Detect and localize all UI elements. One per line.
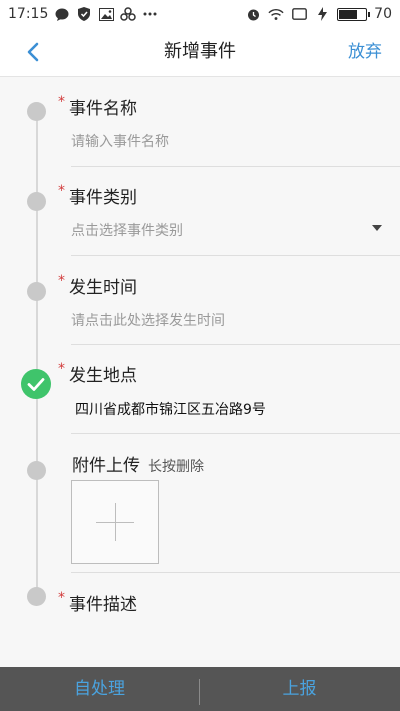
- divider: [71, 572, 400, 573]
- timeline-dot: [27, 102, 46, 121]
- report-button[interactable]: 上报: [200, 667, 399, 711]
- checkmark-icon: [21, 369, 51, 399]
- long-press-delete-hint: 长按删除: [148, 459, 204, 475]
- required-mark: *: [58, 361, 65, 377]
- required-mark: *: [58, 590, 65, 606]
- page-title: 新增事件: [164, 41, 236, 62]
- divider: [71, 255, 400, 256]
- divider: [71, 166, 400, 167]
- status-right-icons: 70: [245, 0, 392, 28]
- timeline-dot: [27, 587, 46, 606]
- occur-time-label: * 发生时间: [58, 273, 137, 298]
- self-handle-button[interactable]: 自处理: [0, 667, 199, 711]
- divider: [71, 344, 400, 345]
- wifi-icon: [268, 7, 284, 21]
- event-name-label: * 事件名称: [58, 94, 137, 119]
- event-name-input[interactable]: 请输入事件名称: [71, 131, 400, 151]
- event-type-label: * 事件类别: [58, 183, 137, 208]
- occur-time-picker[interactable]: 请点击此处选择发生时间: [71, 310, 400, 330]
- image-icon: [98, 7, 114, 21]
- charging-icon: [314, 7, 330, 21]
- screen-icon: [291, 7, 307, 21]
- required-mark: *: [58, 183, 65, 199]
- divider: [71, 433, 400, 434]
- occur-place-value[interactable]: 四川省成都市锦江区五冶路9号: [75, 399, 400, 419]
- status-left-icons: [54, 7, 158, 21]
- add-attachment-button[interactable]: [71, 480, 159, 564]
- discard-button[interactable]: 放弃: [348, 28, 382, 76]
- event-description-label: * 事件描述: [58, 590, 137, 615]
- timeline-dot: [27, 461, 46, 480]
- dropdown-arrow-icon[interactable]: [372, 225, 382, 231]
- status-bar: 17:15 70: [0, 0, 400, 28]
- battery-icon: [337, 7, 371, 21]
- battery-level: 70: [374, 6, 392, 22]
- required-mark: *: [58, 94, 65, 110]
- event-type-select[interactable]: 点击选择事件类别: [71, 220, 400, 240]
- required-mark: *: [58, 273, 65, 289]
- timeline-dot: [27, 192, 46, 211]
- more-icon: [142, 7, 158, 21]
- shield-icon: [76, 7, 92, 21]
- occur-place-label: * 发生地点: [58, 361, 137, 386]
- chat-bubble-icon: [54, 7, 70, 21]
- status-time: 17:15: [8, 6, 49, 22]
- battery-level-fill: [339, 9, 357, 19]
- alarm-icon: [245, 7, 261, 21]
- link-icon: [120, 7, 137, 21]
- timeline-line: [36, 111, 38, 597]
- timeline-dot: [27, 282, 46, 301]
- navigation-bar: 新增事件 放弃: [0, 28, 400, 77]
- attachment-label: 附件上传 长按删除: [72, 456, 204, 476]
- bottom-action-bar: 自处理 上报: [0, 667, 400, 711]
